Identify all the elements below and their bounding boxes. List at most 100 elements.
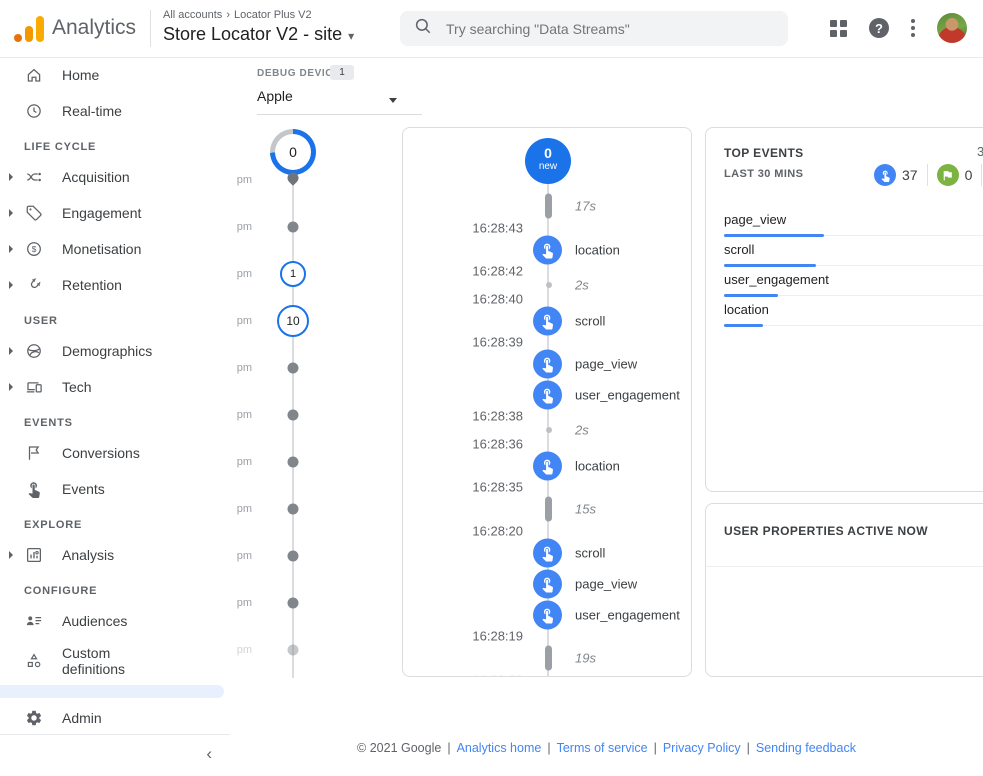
debug-device-select[interactable]: Apple	[257, 88, 422, 115]
breadcrumb-part[interactable]: Locator Plus V2	[234, 9, 312, 21]
stream-event-row[interactable]: scroll	[403, 305, 691, 336]
minute-label: pm	[228, 644, 252, 656]
minute-label: pm	[228, 456, 252, 468]
dropdown-caret-icon	[389, 98, 397, 103]
global-search[interactable]	[400, 11, 788, 46]
minute-dot-marker[interactable]	[288, 550, 299, 561]
stream-timestamp-row: 16:28:38	[403, 410, 691, 422]
minute-label: pm	[228, 597, 252, 609]
stream-event-row[interactable]: user_engagement	[403, 599, 691, 630]
sidebar-nav: HomeReal-timeLIFE CYCLEAcquisitionEngage…	[0, 57, 230, 776]
sidebar-item-audiences[interactable]: Audiences	[0, 603, 230, 639]
expand-arrow-icon[interactable]	[9, 245, 13, 253]
stream-event-row[interactable]: location	[403, 234, 691, 265]
stream-event-row[interactable]: location	[403, 450, 691, 481]
event-touch-icon	[533, 451, 562, 480]
events-touch-icon	[24, 479, 44, 499]
top-events-total: 37	[977, 144, 983, 159]
sidebar-item-analysis[interactable]: Analysis	[0, 537, 230, 573]
stream-event-row[interactable]: page_view	[403, 348, 691, 379]
copyright-text: © 2021 Google	[357, 741, 441, 755]
sidebar-item-monetisation[interactable]: $Monetisation	[0, 231, 230, 267]
gap-capsule-marker	[545, 646, 552, 671]
analysis-chart-icon	[24, 545, 44, 565]
minute-label: pm	[228, 550, 252, 562]
minute-count-circle[interactable]: 10	[277, 305, 309, 337]
stream-timestamp-row: 16:28:35	[403, 481, 691, 493]
footer-link-privacy-policy[interactable]: Privacy Policy	[663, 741, 741, 755]
top-event-row-user-engagement[interactable]: user_engagement	[724, 266, 983, 296]
stream-event-row[interactable]: scroll	[403, 537, 691, 568]
property-switcher[interactable]: Store Locator V2 - site▾	[163, 24, 354, 45]
footer-link-sending-feedback[interactable]: Sending feedback	[756, 741, 856, 755]
engagement-tag-icon	[24, 203, 44, 223]
home-icon	[24, 65, 44, 85]
sidebar-item-real-time[interactable]: Real-time	[0, 93, 230, 129]
sidebar-item-custom-definitions[interactable]: Custom definitions	[0, 639, 230, 683]
acquisition-icon	[24, 167, 44, 187]
footer-link-analytics-home[interactable]: Analytics home	[457, 741, 542, 755]
top-event-row-scroll[interactable]: scroll	[724, 236, 983, 266]
expand-arrow-icon[interactable]	[9, 281, 13, 289]
counter-divider	[981, 164, 982, 186]
stream-event-row[interactable]: user_engagement	[403, 379, 691, 410]
minute-row: pm	[228, 485, 358, 532]
expand-arrow-icon[interactable]	[9, 347, 13, 355]
sidebar-item-tech[interactable]: Tech	[0, 369, 230, 405]
stream-event-row[interactable]: page_view	[403, 568, 691, 599]
events-count-icon	[874, 164, 896, 186]
conversions-count-icon	[937, 164, 959, 186]
minute-dot-marker[interactable]	[288, 644, 299, 655]
minute-label: pm	[228, 221, 252, 233]
minute-dot-marker[interactable]	[288, 409, 299, 420]
counter-conversions-count-icon[interactable]: 0	[937, 164, 973, 186]
sidebar-section-explore: EXPLORE	[0, 507, 230, 537]
sidebar-item-home[interactable]: Home	[0, 57, 230, 93]
minute-label: pm	[228, 315, 252, 327]
expand-arrow-icon[interactable]	[9, 383, 13, 391]
top-event-row-page-view[interactable]: page_view	[724, 206, 983, 236]
counter-events-count-icon[interactable]: 37	[874, 164, 918, 186]
sidebar-item-events[interactable]: Events	[0, 471, 230, 507]
debug-device-count-badge: 1	[330, 65, 354, 80]
sidebar-item-demographics[interactable]: Demographics	[0, 333, 230, 369]
sidebar-item-conversions[interactable]: Conversions	[0, 435, 230, 471]
stream-head-circle[interactable]: 0 new	[525, 138, 571, 184]
expand-arrow-icon[interactable]	[9, 173, 13, 181]
apps-grid-icon[interactable]	[830, 20, 847, 37]
minute-dot-marker[interactable]	[288, 362, 299, 373]
search-input[interactable]	[444, 20, 774, 38]
app-title: Analytics	[52, 16, 136, 40]
debug-device-label: DEBUG DEVICE	[257, 68, 340, 79]
top-events-title: TOP EVENTS	[724, 146, 804, 160]
gap-capsule-marker	[545, 194, 552, 219]
minute-dot-marker[interactable]	[288, 221, 299, 232]
footer-link-terms-of-service[interactable]: Terms of service	[557, 741, 648, 755]
top-event-row-location[interactable]: location	[724, 296, 983, 326]
sidebar-item-engagement[interactable]: Engagement	[0, 195, 230, 231]
minute-count-circle[interactable]: 1	[280, 261, 306, 287]
minute-dot-marker[interactable]	[288, 456, 299, 467]
avatar[interactable]	[937, 13, 967, 43]
analytics-logo-icon[interactable]	[14, 16, 44, 42]
minute-dot-marker[interactable]	[288, 597, 299, 608]
minute-dot-marker[interactable]	[288, 503, 299, 514]
collapse-sidebar-button[interactable]: ‹	[206, 744, 212, 764]
gap-dot-marker	[546, 282, 552, 288]
expand-arrow-icon[interactable]	[9, 209, 13, 217]
sidebar-item-admin[interactable]: Admin	[0, 700, 230, 736]
help-icon[interactable]: ?	[869, 18, 889, 38]
sidebar-item-acquisition[interactable]: Acquisition	[0, 159, 230, 195]
minute-label: pm	[228, 503, 252, 515]
search-icon	[414, 17, 432, 40]
monetisation-dollar-icon: $	[24, 239, 44, 259]
minute-teardrop-marker[interactable]	[285, 170, 301, 186]
sidebar-item-debugview-selected[interactable]	[0, 685, 224, 698]
overflow-menu-icon[interactable]	[911, 19, 915, 37]
sidebar-item-retention[interactable]: Retention	[0, 267, 230, 303]
event-touch-icon	[533, 538, 562, 567]
minute-row: pm	[228, 579, 358, 626]
breadcrumb[interactable]: All accounts›Locator Plus V2	[163, 9, 312, 21]
expand-arrow-icon[interactable]	[9, 551, 13, 559]
breadcrumb-part[interactable]: All accounts	[163, 9, 222, 21]
